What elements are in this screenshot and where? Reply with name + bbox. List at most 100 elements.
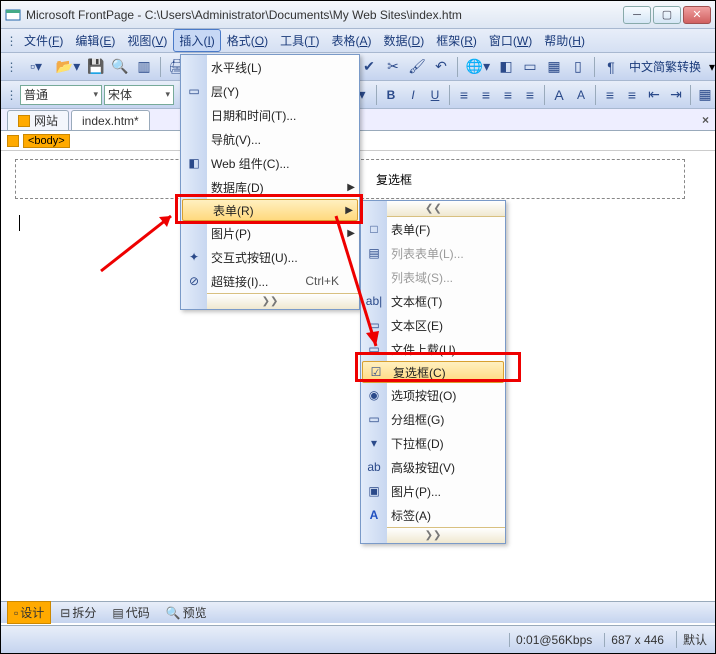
cut-button[interactable]: ✂ — [383, 57, 403, 77]
submenu-image[interactable]: ▣图片(P)... — [361, 479, 505, 503]
style-combo[interactable]: 普通▾ — [20, 85, 102, 105]
menu-item-hyperlink[interactable]: ⊘超链接(I)...Ctrl+K — [181, 269, 359, 293]
underline-button[interactable]: U — [425, 85, 445, 105]
menu-expand[interactable]: ❯❯ — [181, 293, 359, 309]
menu-view[interactable]: 视图(V) — [121, 29, 173, 52]
menu-item-form[interactable]: 表单(R)▶ — [182, 199, 358, 221]
chevron-up-icon: ❯❯ — [425, 203, 442, 214]
font-combo[interactable]: 宋体▾ — [104, 85, 174, 105]
bullet-list-button[interactable]: ≡ — [622, 85, 642, 105]
component-icon: ◧ — [186, 155, 202, 171]
submenu-dropdown[interactable]: ▾下拉框(D) — [361, 431, 505, 455]
menu-item-database[interactable]: 数据库(D)▶ — [181, 175, 359, 199]
web-button[interactable]: 🌐▾ — [464, 57, 492, 77]
groupbox-icon: ▭ — [366, 411, 382, 427]
layout-button[interactable]: ▯ — [568, 57, 588, 77]
menu-item-picture[interactable]: 图片(P)▶ — [181, 221, 359, 245]
spell-button[interactable]: ✔ — [359, 57, 379, 77]
border-button[interactable]: ▦ — [695, 85, 715, 105]
close-button[interactable]: ✕ — [683, 6, 711, 24]
dropdown-icon: ▾ — [366, 435, 382, 451]
title-bar: Microsoft FrontPage - C:\Users\Administr… — [1, 1, 715, 29]
tab-file[interactable]: index.htm* — [71, 110, 150, 130]
menu-insert[interactable]: 插入(I) — [173, 29, 220, 52]
menu-item-interactive-btn[interactable]: ✦交互式按钮(U)... — [181, 245, 359, 269]
tab-site[interactable]: 网站 — [7, 110, 69, 130]
new-button[interactable]: ▫▾ — [22, 57, 50, 77]
menu-tools[interactable]: 工具(T) — [274, 29, 325, 52]
chevron-down-icon: ▾ — [709, 60, 715, 74]
submenu-listform: ▤列表表单(L)... — [361, 241, 505, 265]
checkbox-icon: ☑ — [368, 364, 384, 380]
format-brush-button[interactable]: 🖌 — [407, 57, 427, 77]
view-code[interactable]: ▤代码 — [105, 601, 156, 624]
textarea-icon: ▭ — [366, 317, 382, 333]
body-tag[interactable]: <body> — [23, 134, 70, 148]
submenu-listfield: 列表域(S)... — [361, 265, 505, 289]
menu-item-nav[interactable]: 导航(V)... — [181, 127, 359, 151]
show-button[interactable]: ¶ — [601, 57, 621, 77]
menu-file[interactable]: 文件(F) — [18, 29, 69, 52]
align-right-button[interactable]: ≡ — [498, 85, 518, 105]
menu-item-hline[interactable]: 水平线(L) — [181, 55, 359, 79]
font-inc-button[interactable]: A — [549, 85, 569, 105]
menu-item-datetime[interactable]: 日期和时间(T)... — [181, 103, 359, 127]
minimize-button[interactable]: ─ — [623, 6, 651, 24]
status-mode: 默认 — [676, 631, 707, 648]
insert-menu: 水平线(L) ▭层(Y) 日期和时间(T)... 导航(V)... ◧Web 组… — [180, 54, 360, 310]
submenu-advbutton[interactable]: ab高级按钮(V) — [361, 455, 505, 479]
listform-icon: ▤ — [366, 245, 382, 261]
menu-help[interactable]: 帮助(H) — [538, 29, 591, 52]
submenu-textbox[interactable]: ab|文本框(T) — [361, 289, 505, 313]
submenu-fileupload[interactable]: ▭文件上载(U) — [361, 337, 505, 361]
font-dec-button[interactable]: A — [571, 85, 591, 105]
submenu-form[interactable]: □表单(F) — [361, 217, 505, 241]
submenu-groupbox[interactable]: ▭分组框(G) — [361, 407, 505, 431]
submenu-checkbox[interactable]: ☑复选框(C) — [362, 361, 504, 383]
heading-text: 复选框 — [376, 171, 412, 188]
menu-item-webcomp[interactable]: ◧Web 组件(C)... — [181, 151, 359, 175]
outdent-button[interactable]: ⇤ — [644, 85, 664, 105]
undo-button[interactable]: ↶ — [431, 57, 451, 77]
view-preview[interactable]: 🔍预览 — [159, 601, 214, 624]
submenu-arrow-icon: ▶ — [347, 182, 355, 193]
search-button[interactable]: 🔍 — [110, 57, 130, 77]
submenu-label[interactable]: A标签(A) — [361, 503, 505, 527]
menu-item-layer[interactable]: ▭层(Y) — [181, 79, 359, 103]
layer-button[interactable]: ▭ — [520, 57, 540, 77]
status-speed: 0:01@56Kbps — [509, 633, 592, 647]
menu-window[interactable]: 窗口(W) — [483, 29, 538, 52]
cn-convert-button[interactable]: 中文简繁转换 — [625, 58, 705, 75]
tab-close-button[interactable]: × — [702, 113, 709, 127]
menu-bar: ⋮ 文件(F) 编辑(E) 视图(V) 插入(I) 格式(O) 工具(T) 表格… — [1, 29, 715, 53]
component-button[interactable]: ◧ — [496, 57, 516, 77]
submenu-radio[interactable]: ◉选项按钮(O) — [361, 383, 505, 407]
radio-icon: ◉ — [366, 387, 382, 403]
menu-table[interactable]: 表格(A) — [326, 29, 378, 52]
menu-frame[interactable]: 框架(R) — [430, 29, 483, 52]
menu-edit[interactable]: 编辑(E) — [69, 29, 121, 52]
align-center-button[interactable]: ≡ — [476, 85, 496, 105]
site-icon — [18, 115, 30, 127]
numbered-list-button[interactable]: ≡ — [600, 85, 620, 105]
save-button[interactable]: 💾 — [86, 57, 106, 77]
justify-button[interactable]: ≡ — [520, 85, 540, 105]
interactive-icon: ✦ — [186, 249, 202, 265]
indent-button[interactable]: ⇥ — [666, 85, 686, 105]
table-button[interactable]: ▦ — [544, 57, 564, 77]
upload-icon: ▭ — [366, 341, 382, 357]
submenu-textarea[interactable]: ▭文本区(E) — [361, 313, 505, 337]
view-design[interactable]: ▫设计 — [7, 601, 51, 624]
publish-button[interactable]: ▥ — [134, 57, 154, 77]
bold-button[interactable]: B — [381, 85, 401, 105]
italic-button[interactable]: I — [403, 85, 423, 105]
link-icon: ⊘ — [186, 273, 202, 289]
align-left-button[interactable]: ≡ — [454, 85, 474, 105]
maximize-button[interactable]: ▢ — [653, 6, 681, 24]
form-submenu: ❯❯ □表单(F) ▤列表表单(L)... 列表域(S)... ab|文本框(T… — [360, 200, 506, 544]
open-button[interactable]: 📂▾ — [54, 57, 82, 77]
menu-data[interactable]: 数据(D) — [378, 29, 431, 52]
window-title: Microsoft FrontPage - C:\Users\Administr… — [26, 8, 623, 22]
view-split[interactable]: ⊟拆分 — [53, 601, 103, 624]
menu-format[interactable]: 格式(O) — [221, 29, 274, 52]
